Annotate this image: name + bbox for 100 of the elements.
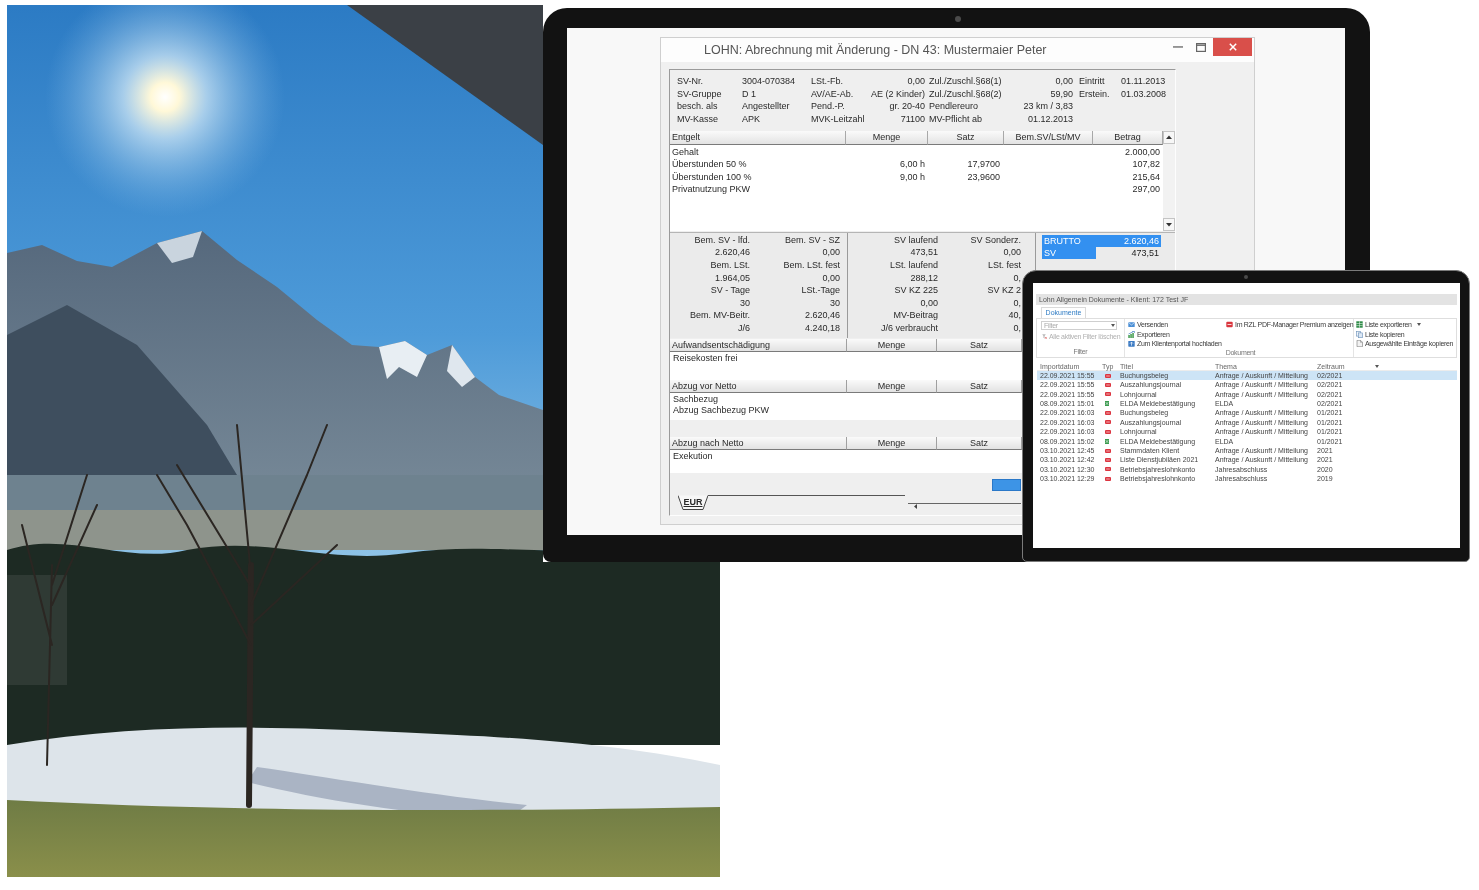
table-cell-text: 215,64 — [1131, 170, 1161, 184]
table-cell-text: 6,00 h — [898, 158, 926, 171]
summary-cell-text: SV Sonderz. — [969, 233, 1021, 247]
column-header[interactable]: Menge — [847, 436, 937, 450]
field-label: Erstein. — [1078, 87, 1111, 101]
summary-cell-text: SV - Tage — [709, 284, 750, 297]
field-label: MV-Kasse — [677, 113, 719, 126]
table-cell-text: Sachbezug — [672, 393, 720, 406]
spreadsheet-icon — [1356, 321, 1363, 329]
column-header[interactable]: Menge — [846, 130, 928, 145]
vertical-scrollbar[interactable] — [1163, 130, 1175, 231]
column-header[interactable]: Satz — [928, 130, 1004, 145]
field-value: 23 km / 3,83 — [1022, 100, 1073, 114]
summary-cell-text: 473,51 — [909, 246, 938, 259]
column-header[interactable]: Menge — [847, 338, 937, 352]
spreadsheet-icon — [1105, 438, 1109, 444]
summary-cell-text: 288,12 — [909, 271, 938, 285]
summary-cell-text: 0,00 — [919, 296, 938, 310]
summary-cell-text: 0, — [1012, 321, 1021, 335]
envelope-icon — [1128, 321, 1135, 329]
summary-cell-text: SV KZ 2 — [986, 284, 1021, 297]
table-cell-text: Überstunden 100 % — [671, 170, 753, 184]
field-label: LSt.-Fb. — [811, 75, 844, 88]
field-value: 01.03.2008 — [1121, 87, 1168, 101]
field-label: AV/AE-Ab. — [811, 87, 855, 101]
column-header[interactable]: Bem.SV/LSt/MV — [1004, 130, 1093, 145]
file-badge-icon — [1105, 392, 1111, 397]
file-badge-icon — [1226, 321, 1233, 329]
table-cell-text: 17,9700 — [966, 158, 1001, 171]
field-label: Pend.-P. — [811, 100, 846, 114]
field-value: gr. 20-40 — [888, 100, 925, 114]
summary-cell-text: Bem. SV - lfd. — [693, 233, 750, 247]
table-cell-text: 9,00 h — [898, 170, 926, 184]
chart-arrow-icon — [1128, 330, 1135, 338]
file-badge-icon — [1105, 373, 1111, 378]
summary-cell-text: 0, — [1012, 296, 1021, 310]
column-header[interactable]: Betrag — [1093, 130, 1163, 145]
summary-cell-text: LSt. laufend — [888, 258, 938, 272]
summary-cell-text: 0,00 — [1002, 246, 1021, 259]
field-label: Eintritt — [1078, 75, 1106, 88]
field-label: Zul./Zuschl.§68(2) — [928, 87, 1003, 101]
table-cell-text: 2.000,00 — [1123, 145, 1161, 159]
list-value[interactable]: 473,51 — [1096, 246, 1161, 259]
summary-cell-text: 4.240,18 — [803, 321, 840, 335]
column-header[interactable]: Abzug nach Netto — [670, 436, 847, 450]
column-header[interactable]: Aufwandsentschädigung — [670, 338, 847, 352]
field-value: APK — [742, 113, 761, 126]
field-label: SV-Gruppe — [677, 87, 723, 101]
file-badge-icon — [1105, 457, 1111, 462]
summary-cell-text: J/6 verbraucht — [879, 321, 938, 335]
dropdown-caret-icon[interactable] — [1111, 324, 1115, 327]
left-arrow-icon[interactable] — [914, 504, 917, 510]
summary-cell-text: 40, — [1007, 309, 1021, 322]
document-icon — [1356, 340, 1363, 348]
dropdown-caret-icon[interactable] — [1416, 323, 1421, 327]
table-cell-text: Privatnutzung PKW — [671, 183, 752, 196]
file-badge-icon — [1105, 411, 1111, 416]
summary-cell-text: Bem. MV-Beitr. — [688, 309, 750, 322]
summary-cell-text: LSt. fest — [986, 258, 1021, 272]
camera-dot-icon — [955, 16, 961, 22]
table-cell-text: 107,82 — [1131, 158, 1161, 171]
field-label: Pendlereuro — [928, 100, 980, 114]
maximize-icon[interactable] — [1196, 42, 1206, 52]
field-label: besch. als — [677, 100, 719, 114]
column-header[interactable]: Satz — [937, 436, 1022, 450]
column-header[interactable]: Entgelt — [670, 130, 846, 145]
field-value: 59,90 — [1049, 87, 1073, 101]
summary-cell-text: MV-Beitrag — [892, 309, 938, 322]
file-badge-icon — [1105, 383, 1111, 388]
field-label: Zul./Zuschl.§68(1) — [928, 75, 1003, 88]
field-value: 0,00 — [906, 75, 925, 88]
summary-cell-text: 0,00 — [821, 271, 840, 285]
field-value: 71100 — [899, 113, 925, 126]
table-cell-text: Abzug Sachbezug PKW — [672, 405, 771, 417]
table-cell-text: Exekution — [672, 450, 714, 463]
file-badge-icon — [1105, 429, 1111, 434]
summary-cell-text: 30 — [829, 296, 840, 310]
field-label: MV-Pflicht ab — [928, 113, 984, 126]
summary-cell-text: 0, — [1012, 271, 1021, 285]
table-cell-text: 297,00 — [1131, 183, 1161, 196]
horizontal-scrollbar[interactable] — [908, 502, 1021, 510]
file-badge-icon — [1105, 476, 1111, 481]
table-cell-text: Reisekosten frei — [672, 352, 739, 365]
summary-cell-text: Bem. LSt. — [709, 258, 750, 272]
field-value: 01.12.2013 — [1026, 113, 1073, 126]
summary-cell-text: J/6 — [737, 321, 750, 335]
copy-icon — [1356, 330, 1363, 338]
summary-cell-text: SV laufend — [892, 233, 938, 247]
table-cell-text: Überstunden 50 % — [671, 158, 748, 171]
field-label: MVK-Leitzahl — [811, 113, 865, 126]
file-badge-icon — [1105, 467, 1111, 472]
field-value: 01.11.2013 — [1121, 75, 1167, 88]
field-value: AE (2 Kinder) — [869, 87, 925, 101]
column-header[interactable]: Satz — [937, 338, 1022, 352]
table-cell-text: 23,9600 — [966, 170, 1001, 184]
up-arrow-box-icon — [1128, 340, 1135, 348]
sort-caret-icon[interactable] — [1375, 365, 1379, 368]
sheet-tab[interactable]: EUR — [678, 494, 708, 510]
highlighted-button[interactable] — [992, 478, 1021, 491]
file-badge-icon — [1105, 420, 1111, 425]
